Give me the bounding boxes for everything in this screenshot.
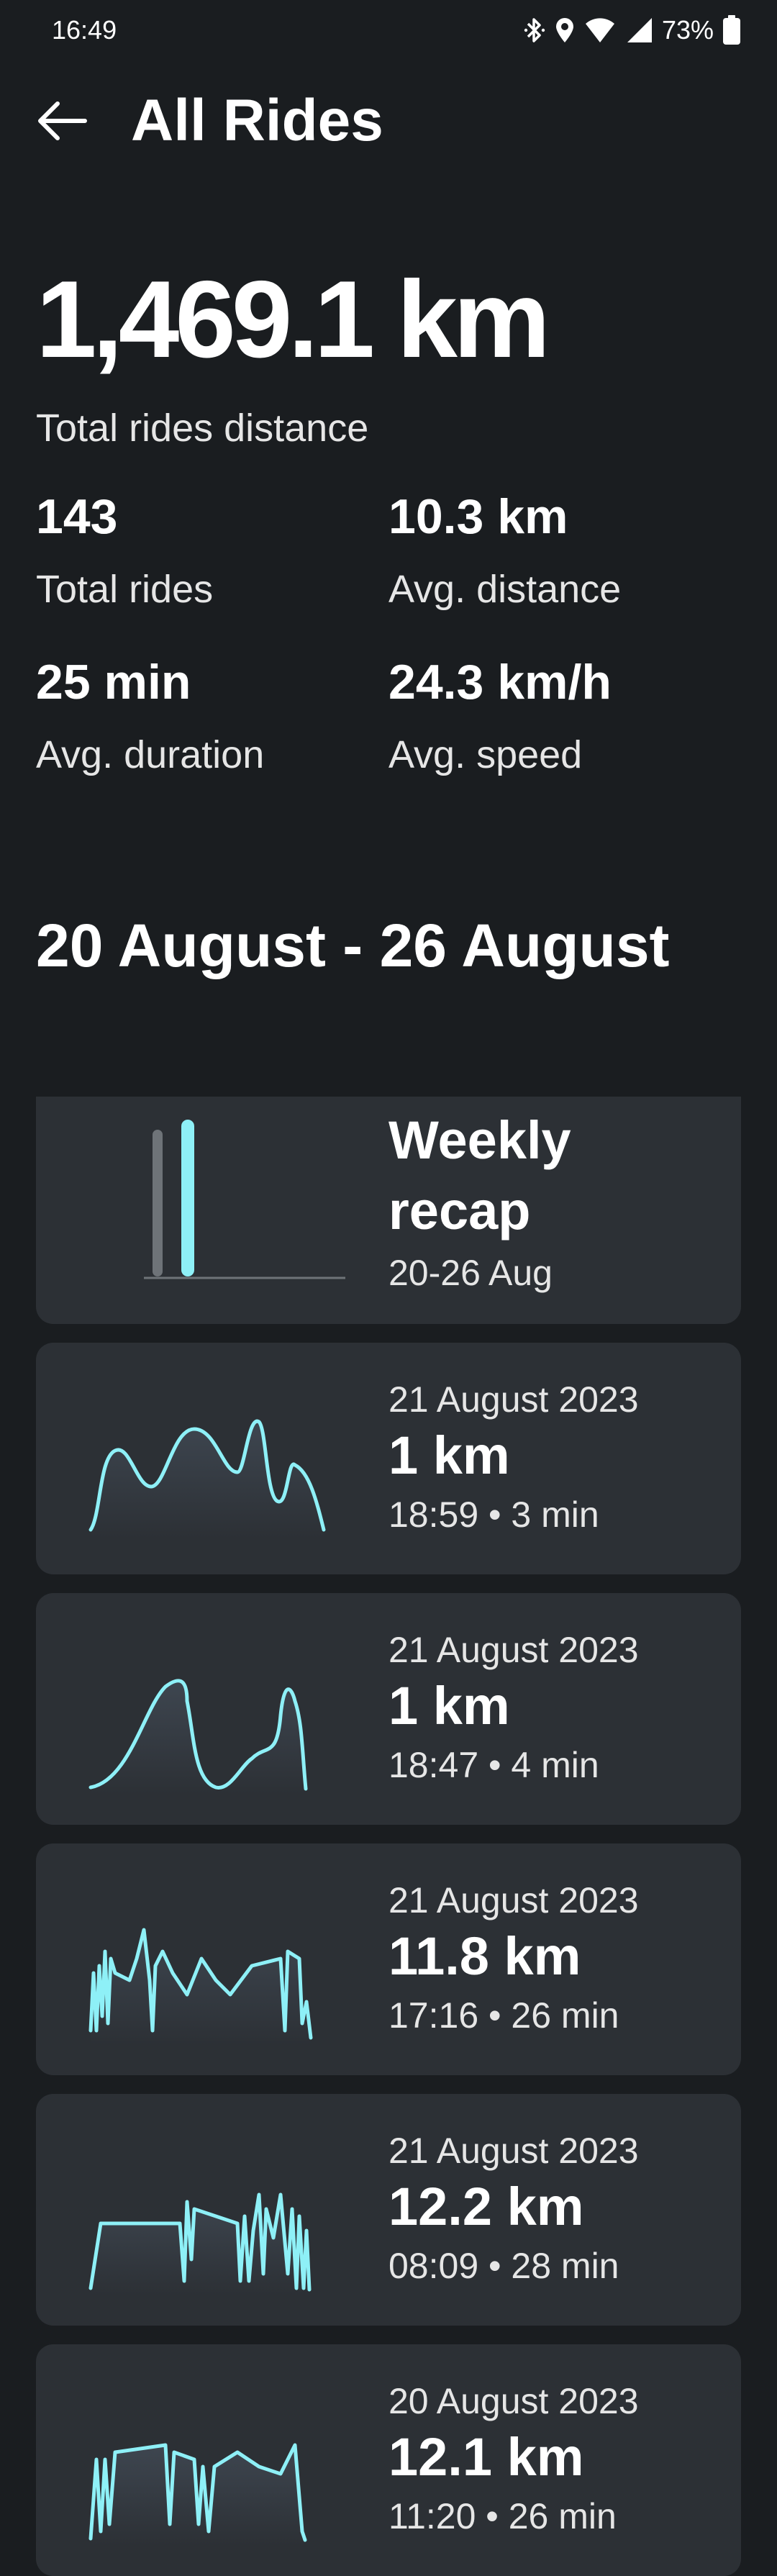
stat-label: Avg. distance: [388, 568, 622, 611]
ride-text: 21 August 2023 11.8 km 17:16 • 26 min: [388, 1879, 639, 2036]
recap-text: Weekly recap 20-26 Aug: [388, 1105, 633, 1294]
ride-distance: 12.2 km: [388, 2177, 584, 2236]
ride-card[interactable]: 21 August 2023 12.2 km 08:09 • 28 min: [36, 2094, 741, 2326]
recap-dates: 20-26 Aug: [388, 1253, 553, 1293]
ride-time-duration: 18:47 • 4 min: [388, 1744, 599, 1785]
back-button[interactable]: [36, 95, 88, 147]
ride-speed-chart: [88, 1928, 313, 2045]
stats-grid: 143 Total rides 10.3 km Avg. distance 25…: [36, 492, 741, 777]
ride-time-duration: 11:20 • 26 min: [388, 2495, 617, 2536]
bluetooth-icon: [524, 18, 545, 42]
ride-text: 20 August 2023 12.1 km 11:20 • 26 min: [388, 2380, 639, 2537]
ride-date: 21 August 2023: [388, 1880, 639, 1920]
week-heading: 20 August - 26 August: [36, 912, 670, 979]
arrow-left-icon: [38, 101, 87, 140]
ride-speed-chart: [88, 1679, 308, 1795]
ride-distance: 11.8 km: [388, 1926, 581, 1986]
ride-text: 21 August 2023 1 km 18:47 • 4 min: [388, 1629, 639, 1786]
recap-bar-current: [181, 1120, 194, 1276]
ride-distance: 12.1 km: [388, 2427, 584, 2487]
total-distance-value: 1,469.1 km: [36, 258, 550, 381]
rides-list: Weekly recap 20-26 Aug 21 August 2023 1 …: [36, 1097, 741, 2576]
ride-speed-chart: [88, 1419, 326, 1538]
ride-card[interactable]: 21 August 2023 1 km 18:47 • 4 min: [36, 1593, 741, 1825]
signal-icon: [627, 18, 652, 42]
ride-time-duration: 18:59 • 3 min: [388, 1494, 599, 1535]
total-distance-label: Total rides distance: [36, 407, 369, 450]
stat-avg-speed: 24.3 km/h Avg. speed: [388, 658, 741, 777]
ride-card[interactable]: 21 August 2023 1 km 18:59 • 3 min: [36, 1343, 741, 1574]
ride-text: 21 August 2023 12.2 km 08:09 • 28 min: [388, 2130, 639, 2287]
page-title: All Rides: [131, 88, 383, 153]
wifi-icon: [585, 18, 614, 42]
location-icon: [555, 18, 573, 42]
weekly-recap-bar-chart: [144, 1120, 345, 1279]
stat-value: 24.3 km/h: [388, 655, 612, 709]
ride-date: 21 August 2023: [388, 2131, 639, 2171]
weekly-recap-card[interactable]: Weekly recap 20-26 Aug: [36, 1097, 741, 1324]
ride-time-duration: 17:16 • 26 min: [388, 1995, 619, 2036]
status-time: 16:49: [52, 15, 117, 45]
stat-avg-distance: 10.3 km Avg. distance: [388, 492, 741, 612]
ride-card[interactable]: 20 August 2023 12.1 km 11:20 • 26 min: [36, 2344, 741, 2576]
status-bar: 16:49 73%: [0, 0, 777, 60]
ride-card[interactable]: 21 August 2023 11.8 km 17:16 • 26 min: [36, 1843, 741, 2075]
ride-date: 21 August 2023: [388, 1379, 639, 1420]
ride-date: 21 August 2023: [388, 1630, 639, 1670]
ride-date: 20 August 2023: [388, 2381, 639, 2421]
stat-label: Total rides: [36, 568, 214, 611]
rides-summary: 1,469.1 km Total rides distance 143 Tota…: [0, 265, 777, 777]
stat-value: 25 min: [36, 655, 191, 709]
battery-percent: 73%: [661, 15, 714, 45]
stat-label: Avg. speed: [388, 733, 583, 776]
ride-distance: 1 km: [388, 1676, 510, 1736]
stat-value: 10.3 km: [388, 489, 568, 544]
ride-time-duration: 08:09 • 28 min: [388, 2245, 619, 2286]
status-icons: 73%: [524, 15, 741, 45]
recap-bar-previous: [153, 1130, 163, 1276]
app-bar: All Rides: [0, 60, 777, 181]
stat-total-rides: 143 Total rides: [36, 492, 388, 612]
stat-label: Avg. duration: [36, 733, 265, 776]
stat-avg-duration: 25 min Avg. duration: [36, 658, 388, 777]
ride-speed-chart: [88, 2443, 307, 2546]
ride-speed-chart: [88, 2192, 312, 2295]
battery-icon: [723, 15, 740, 45]
ride-text: 21 August 2023 1 km 18:59 • 3 min: [388, 1379, 639, 1536]
stat-value: 143: [36, 489, 118, 544]
recap-title: Weekly recap: [388, 1110, 571, 1241]
ride-distance: 1 km: [388, 1425, 510, 1485]
